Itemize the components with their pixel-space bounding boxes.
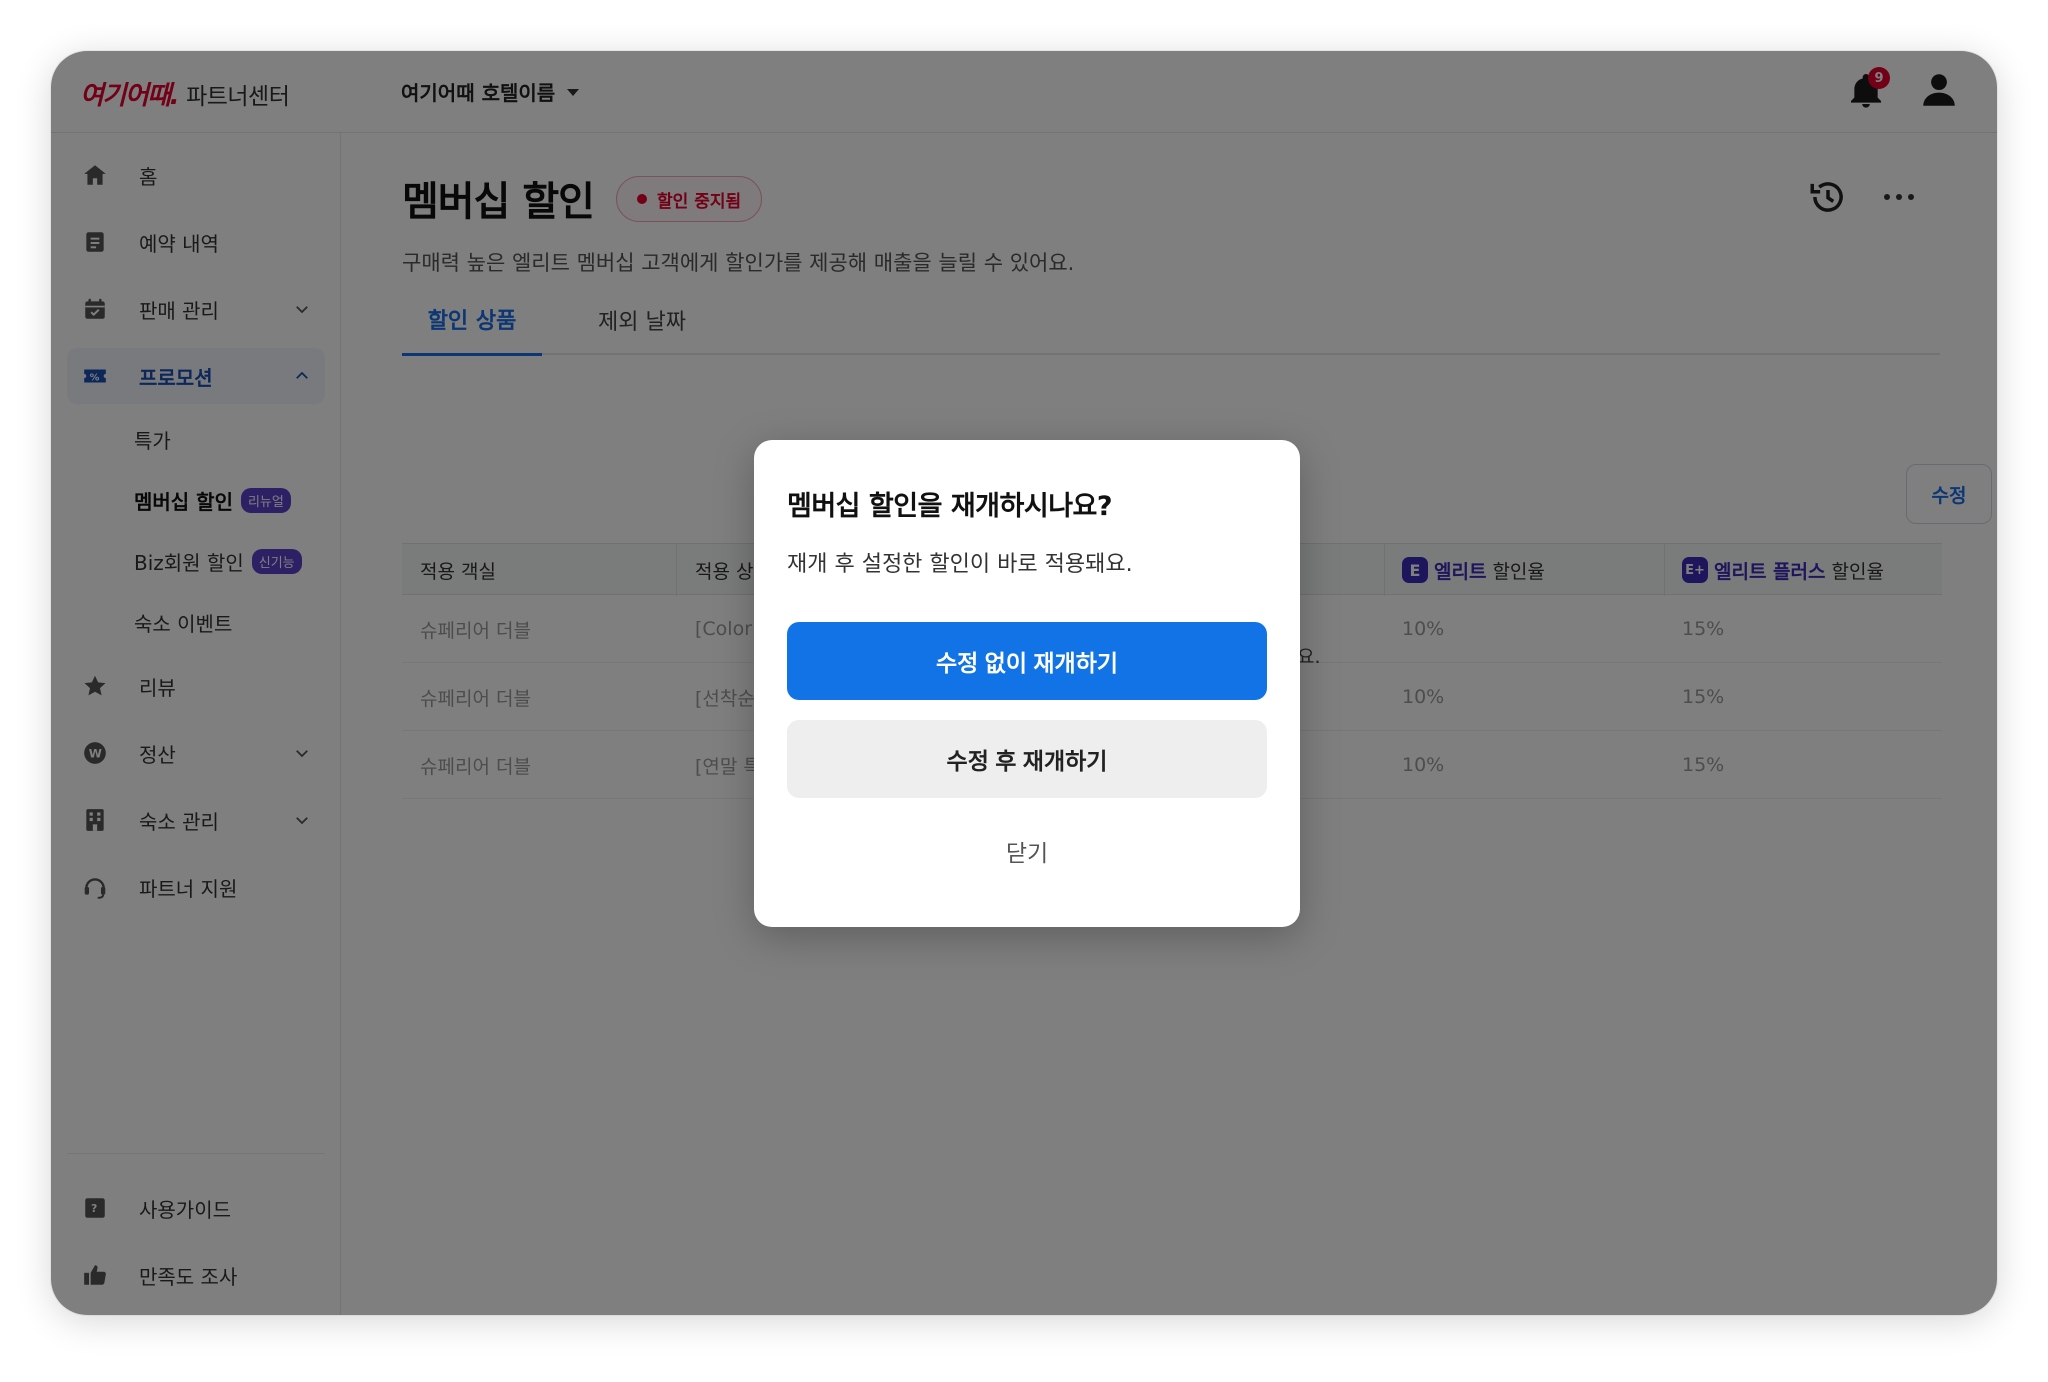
close-button[interactable]: 닫기 bbox=[787, 818, 1267, 884]
dialog-message: 재개 후 설정한 할인이 바로 적용돼요. bbox=[787, 552, 1133, 577]
app-window: 여기어때. 파트너센터 여기어때 호텔이름 9 홈 bbox=[51, 51, 1997, 1315]
resume-discount-dialog: 멤버십 할인을 재개하시나요? 재개 후 설정한 할인이 바로 적용돼요. 수정… bbox=[754, 440, 1300, 927]
dialog-title: 멤버십 할인을 재개하시나요? bbox=[787, 491, 1113, 522]
resume-without-edit-button[interactable]: 수정 없이 재개하기 bbox=[787, 622, 1267, 700]
resume-after-edit-button[interactable]: 수정 후 재개하기 bbox=[787, 720, 1267, 798]
